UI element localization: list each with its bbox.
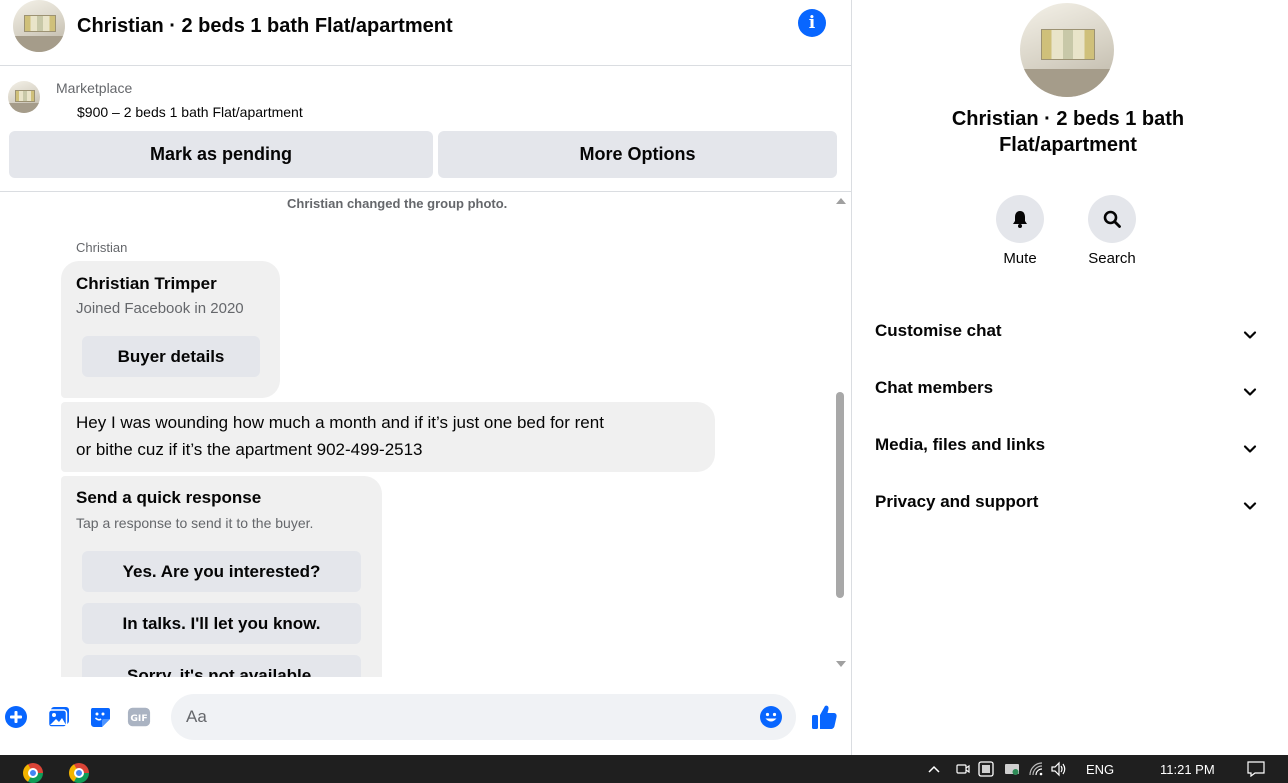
menu-item-media-files-links[interactable]: Media, files and links [853,423,1288,480]
message-text-line: Hey I was wounding how much a month and … [76,413,604,432]
chevron-down-icon [1243,445,1257,453]
menu-item-label: Media, files and links [875,435,1046,454]
meet-now-icon[interactable] [956,755,970,783]
chrome-icon[interactable] [23,763,43,783]
menu-item-privacy-support[interactable]: Privacy and support [853,480,1288,537]
profile-name-line: Christian · 2 beds 1 bath [951,108,1185,130]
chevron-down-icon [1243,388,1257,396]
search-label: Search [1088,250,1136,267]
info-icon[interactable]: i [798,9,826,37]
tray-chevron-up-icon[interactable] [927,755,941,783]
photo-icon[interactable] [47,705,71,729]
buyer-joined-info: Joined Facebook in 2020 [76,300,244,317]
svg-text:GIF: GIF [130,713,147,724]
search-icon [1103,210,1121,228]
menu-item-chat-members[interactable]: Chat members [853,366,1288,423]
more-options-button[interactable]: More Options [438,131,837,178]
quick-response-option[interactable]: Yes. Are you interested? [82,551,361,592]
menu-item-label: Privacy and support [875,492,1039,511]
chevron-down-icon [1243,331,1257,339]
menu-item-customise-chat[interactable]: Customise chat [853,309,1288,366]
conversation-pane: Christian · 2 beds 1 bath Flat/apartment… [0,0,852,755]
gif-icon[interactable]: GIF [127,705,151,729]
chat-avatar[interactable] [13,0,65,52]
marketplace-listing-banner: Marketplace $900 – 2 beds 1 bath Flat/ap… [0,66,852,192]
message-input[interactable] [171,694,796,740]
chat-details-panel: Christian · 2 beds 1 bath Flat/apartment… [853,0,1288,755]
mark-as-pending-button[interactable]: Mark as pending [9,131,433,178]
mute-button[interactable] [996,195,1044,243]
message-composer: GIF [0,680,852,755]
system-event-message: Christian changed the group photo. [287,196,508,211]
message-list: Christian changed the group photo. Chris… [0,192,852,677]
notification-center-icon[interactable] [1247,755,1265,783]
tray-app-icon[interactable] [978,755,994,783]
profile-avatar[interactable] [1020,3,1114,97]
profile-name-line: Flat/apartment [999,134,1137,156]
quick-response-title: Send a quick response [76,488,262,507]
quick-response-option[interactable]: In talks. I'll let you know. [82,603,361,644]
chat-header: Christian · 2 beds 1 bath Flat/apartment… [0,0,852,66]
profile-card-bubble: Christian Trimper Joined Facebook in 202… [61,261,280,398]
buyer-details-button[interactable]: Buyer details [82,336,260,377]
plus-icon[interactable] [4,705,28,729]
sticker-icon[interactable] [88,705,112,729]
buyer-name: Christian Trimper [76,274,217,293]
mute-label: Mute [1003,250,1037,267]
message-bubble[interactable]: Hey I was wounding how much a month and … [61,402,715,472]
listing-source: Marketplace [56,80,133,96]
emoji-icon[interactable] [759,705,783,729]
listing-description[interactable]: $900 – 2 beds 1 bath Flat/apartment [77,104,303,120]
scroll-down-arrow-icon[interactable] [836,661,846,667]
quick-response-subtitle: Tap a response to send it to the buyer. [76,515,314,531]
chat-title[interactable]: Christian · 2 beds 1 bath Flat/apartment [77,15,453,38]
chevron-down-icon [1243,502,1257,510]
taskbar: ENG 11:21 PM [0,755,1288,783]
profile-name: Christian · 2 beds 1 bath Flat/apartment [913,106,1223,158]
like-icon[interactable] [810,703,838,731]
messenger-window: Christian · 2 beds 1 bath Flat/apartment… [0,0,1288,783]
menu-item-label: Chat members [875,378,994,397]
quick-response-bubble: Send a quick response Tap a response to … [61,476,382,677]
clock[interactable]: 11:21 PM [1160,755,1215,783]
quick-response-option[interactable]: Sorry, it's not available. [82,655,361,677]
menu-item-label: Customise chat [875,321,1002,340]
search-button[interactable] [1088,195,1136,243]
message-scrollbar[interactable] [832,192,850,677]
tray-app-icon[interactable] [1004,755,1020,783]
scroll-up-arrow-icon[interactable] [836,198,846,204]
bell-icon [1013,211,1027,228]
listing-thumbnail[interactable] [8,81,40,113]
chrome-icon[interactable] [69,763,89,783]
scrollbar-thumb[interactable] [836,392,844,598]
language-indicator[interactable]: ENG [1086,755,1114,783]
sender-name: Christian [76,240,128,255]
wifi-icon[interactable] [1028,755,1044,783]
message-text-line: or bithe cuz if it’s the apartment 902-4… [76,440,423,459]
volume-icon[interactable] [1050,755,1068,783]
